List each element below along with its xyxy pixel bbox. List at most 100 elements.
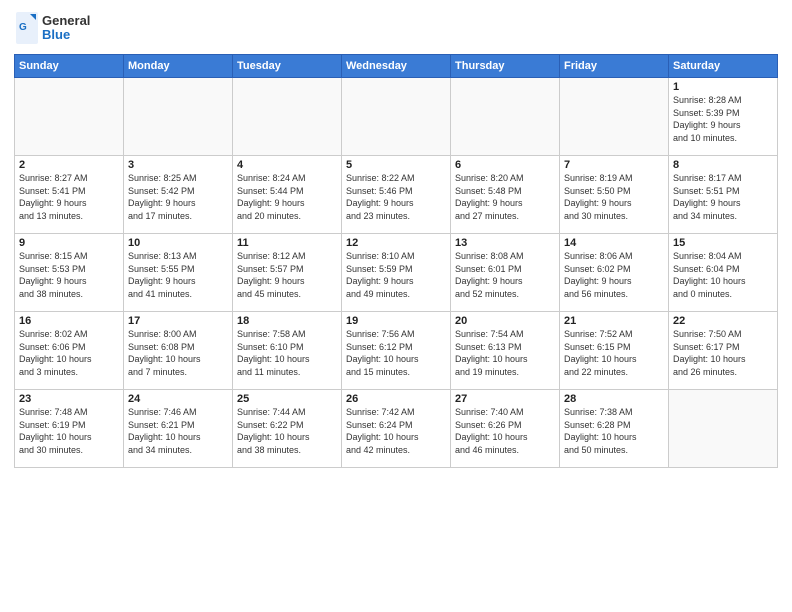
day-number: 14 (564, 237, 664, 249)
weekday-header: Thursday (451, 55, 560, 78)
day-number: 2 (19, 159, 119, 171)
weekday-header: Sunday (15, 55, 124, 78)
day-info: Sunrise: 8:15 AM Sunset: 5:53 PM Dayligh… (19, 250, 119, 300)
calendar-day-cell: 17Sunrise: 8:00 AM Sunset: 6:08 PM Dayli… (124, 312, 233, 390)
calendar-day-cell: 11Sunrise: 8:12 AM Sunset: 5:57 PM Dayli… (233, 234, 342, 312)
day-number: 13 (455, 237, 555, 249)
day-number: 16 (19, 315, 119, 327)
day-number: 5 (346, 159, 446, 171)
day-info: Sunrise: 8:24 AM Sunset: 5:44 PM Dayligh… (237, 172, 337, 222)
calendar-table: SundayMondayTuesdayWednesdayThursdayFrid… (14, 54, 778, 468)
calendar-day-cell: 16Sunrise: 8:02 AM Sunset: 6:06 PM Dayli… (15, 312, 124, 390)
weekday-header: Saturday (669, 55, 778, 78)
day-number: 26 (346, 393, 446, 405)
calendar-header-row: SundayMondayTuesdayWednesdayThursdayFrid… (15, 55, 778, 78)
header: General Blue G (14, 10, 778, 46)
day-number: 23 (19, 393, 119, 405)
calendar-day-cell (451, 78, 560, 156)
calendar-week-row: 2Sunrise: 8:27 AM Sunset: 5:41 PM Daylig… (15, 156, 778, 234)
day-info: Sunrise: 8:00 AM Sunset: 6:08 PM Dayligh… (128, 328, 228, 378)
logo-svg: General Blue G (14, 10, 104, 46)
calendar-day-cell: 23Sunrise: 7:48 AM Sunset: 6:19 PM Dayli… (15, 390, 124, 468)
calendar-week-row: 1Sunrise: 8:28 AM Sunset: 5:39 PM Daylig… (15, 78, 778, 156)
calendar-day-cell: 7Sunrise: 8:19 AM Sunset: 5:50 PM Daylig… (560, 156, 669, 234)
calendar-day-cell: 21Sunrise: 7:52 AM Sunset: 6:15 PM Dayli… (560, 312, 669, 390)
day-number: 19 (346, 315, 446, 327)
calendar-day-cell: 6Sunrise: 8:20 AM Sunset: 5:48 PM Daylig… (451, 156, 560, 234)
calendar-day-cell (15, 78, 124, 156)
calendar-day-cell: 1Sunrise: 8:28 AM Sunset: 5:39 PM Daylig… (669, 78, 778, 156)
day-info: Sunrise: 8:25 AM Sunset: 5:42 PM Dayligh… (128, 172, 228, 222)
day-number: 21 (564, 315, 664, 327)
weekday-header: Monday (124, 55, 233, 78)
calendar-day-cell: 27Sunrise: 7:40 AM Sunset: 6:26 PM Dayli… (451, 390, 560, 468)
calendar-day-cell (669, 390, 778, 468)
day-info: Sunrise: 7:38 AM Sunset: 6:28 PM Dayligh… (564, 406, 664, 456)
day-number: 8 (673, 159, 773, 171)
day-info: Sunrise: 8:10 AM Sunset: 5:59 PM Dayligh… (346, 250, 446, 300)
svg-text:Blue: Blue (42, 27, 70, 42)
calendar-day-cell: 5Sunrise: 8:22 AM Sunset: 5:46 PM Daylig… (342, 156, 451, 234)
calendar-day-cell: 25Sunrise: 7:44 AM Sunset: 6:22 PM Dayli… (233, 390, 342, 468)
day-info: Sunrise: 8:02 AM Sunset: 6:06 PM Dayligh… (19, 328, 119, 378)
day-info: Sunrise: 8:12 AM Sunset: 5:57 PM Dayligh… (237, 250, 337, 300)
day-info: Sunrise: 7:54 AM Sunset: 6:13 PM Dayligh… (455, 328, 555, 378)
day-number: 27 (455, 393, 555, 405)
day-number: 17 (128, 315, 228, 327)
calendar-day-cell: 19Sunrise: 7:56 AM Sunset: 6:12 PM Dayli… (342, 312, 451, 390)
day-info: Sunrise: 7:58 AM Sunset: 6:10 PM Dayligh… (237, 328, 337, 378)
calendar-day-cell: 18Sunrise: 7:58 AM Sunset: 6:10 PM Dayli… (233, 312, 342, 390)
calendar-day-cell: 3Sunrise: 8:25 AM Sunset: 5:42 PM Daylig… (124, 156, 233, 234)
day-number: 11 (237, 237, 337, 249)
day-info: Sunrise: 7:42 AM Sunset: 6:24 PM Dayligh… (346, 406, 446, 456)
day-number: 6 (455, 159, 555, 171)
day-number: 22 (673, 315, 773, 327)
day-info: Sunrise: 7:56 AM Sunset: 6:12 PM Dayligh… (346, 328, 446, 378)
day-info: Sunrise: 8:17 AM Sunset: 5:51 PM Dayligh… (673, 172, 773, 222)
weekday-header: Friday (560, 55, 669, 78)
page-container: General Blue G SundayMondayTuesdayWednes… (0, 0, 792, 612)
day-number: 28 (564, 393, 664, 405)
day-info: Sunrise: 8:19 AM Sunset: 5:50 PM Dayligh… (564, 172, 664, 222)
day-number: 10 (128, 237, 228, 249)
calendar-day-cell: 26Sunrise: 7:42 AM Sunset: 6:24 PM Dayli… (342, 390, 451, 468)
day-info: Sunrise: 7:44 AM Sunset: 6:22 PM Dayligh… (237, 406, 337, 456)
day-info: Sunrise: 8:27 AM Sunset: 5:41 PM Dayligh… (19, 172, 119, 222)
logo: General Blue G (14, 10, 104, 46)
calendar-day-cell: 8Sunrise: 8:17 AM Sunset: 5:51 PM Daylig… (669, 156, 778, 234)
day-info: Sunrise: 8:22 AM Sunset: 5:46 PM Dayligh… (346, 172, 446, 222)
calendar-week-row: 16Sunrise: 8:02 AM Sunset: 6:06 PM Dayli… (15, 312, 778, 390)
day-number: 24 (128, 393, 228, 405)
calendar-day-cell: 24Sunrise: 7:46 AM Sunset: 6:21 PM Dayli… (124, 390, 233, 468)
calendar-day-cell: 2Sunrise: 8:27 AM Sunset: 5:41 PM Daylig… (15, 156, 124, 234)
day-info: Sunrise: 8:06 AM Sunset: 6:02 PM Dayligh… (564, 250, 664, 300)
calendar-day-cell (233, 78, 342, 156)
calendar-week-row: 23Sunrise: 7:48 AM Sunset: 6:19 PM Dayli… (15, 390, 778, 468)
svg-text:G: G (19, 22, 27, 33)
calendar-day-cell: 14Sunrise: 8:06 AM Sunset: 6:02 PM Dayli… (560, 234, 669, 312)
calendar-day-cell (124, 78, 233, 156)
calendar-week-row: 9Sunrise: 8:15 AM Sunset: 5:53 PM Daylig… (15, 234, 778, 312)
day-number: 18 (237, 315, 337, 327)
calendar-day-cell: 4Sunrise: 8:24 AM Sunset: 5:44 PM Daylig… (233, 156, 342, 234)
day-number: 20 (455, 315, 555, 327)
calendar-day-cell: 20Sunrise: 7:54 AM Sunset: 6:13 PM Dayli… (451, 312, 560, 390)
day-info: Sunrise: 7:48 AM Sunset: 6:19 PM Dayligh… (19, 406, 119, 456)
weekday-header: Wednesday (342, 55, 451, 78)
day-number: 1 (673, 81, 773, 93)
calendar-day-cell: 13Sunrise: 8:08 AM Sunset: 6:01 PM Dayli… (451, 234, 560, 312)
day-number: 3 (128, 159, 228, 171)
calendar-day-cell: 28Sunrise: 7:38 AM Sunset: 6:28 PM Dayli… (560, 390, 669, 468)
day-info: Sunrise: 8:08 AM Sunset: 6:01 PM Dayligh… (455, 250, 555, 300)
svg-text:General: General (42, 13, 90, 28)
calendar-day-cell: 10Sunrise: 8:13 AM Sunset: 5:55 PM Dayli… (124, 234, 233, 312)
day-info: Sunrise: 7:46 AM Sunset: 6:21 PM Dayligh… (128, 406, 228, 456)
day-number: 15 (673, 237, 773, 249)
day-info: Sunrise: 8:28 AM Sunset: 5:39 PM Dayligh… (673, 94, 773, 144)
day-number: 9 (19, 237, 119, 249)
day-info: Sunrise: 7:40 AM Sunset: 6:26 PM Dayligh… (455, 406, 555, 456)
weekday-header: Tuesday (233, 55, 342, 78)
day-info: Sunrise: 8:13 AM Sunset: 5:55 PM Dayligh… (128, 250, 228, 300)
day-number: 4 (237, 159, 337, 171)
calendar-day-cell (560, 78, 669, 156)
